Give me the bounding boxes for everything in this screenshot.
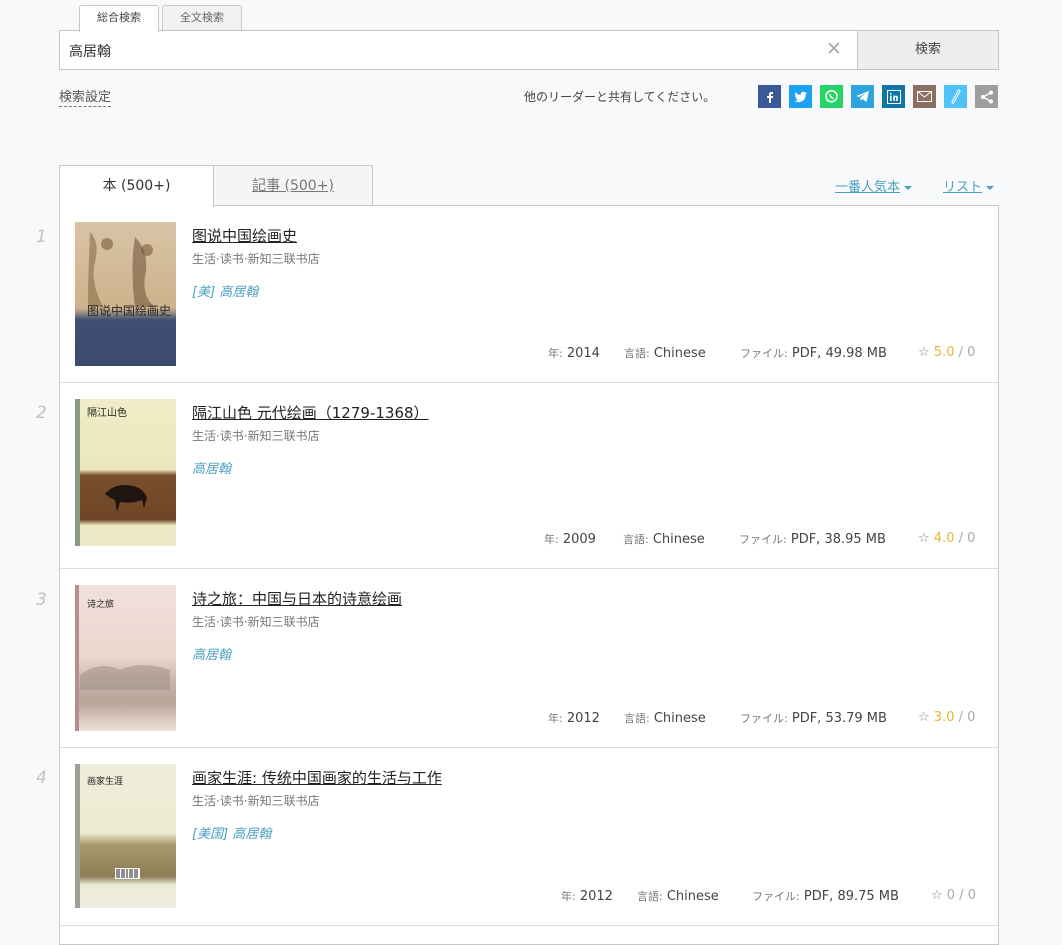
book-rating: ☆ 3.0 / 0 (918, 710, 976, 725)
tab-books[interactable]: 本 (500+) (59, 165, 214, 207)
search-button[interactable]: 検索 (857, 31, 998, 69)
result-index: 2 (36, 403, 47, 423)
row-divider (60, 925, 998, 926)
cover-title: 图说中国绘画史 (87, 304, 172, 318)
book-year: 年: 2012 (548, 711, 600, 726)
share-text: 他のリーダーと共有してください。 (524, 90, 716, 104)
book-author-link[interactable]: [美] 高居翰 (192, 281, 258, 300)
book-title-link[interactable]: 诗之旅：中国与日本的诗意绘画 (192, 588, 402, 609)
tab-fulltext-search[interactable]: 全文検索 (162, 5, 242, 31)
book-cover[interactable]: 画家生涯 (75, 764, 176, 908)
book-year: 年: 2014 (548, 346, 600, 361)
star-icon: ☆ (931, 888, 943, 903)
book-language: 言語: Chinese (624, 346, 706, 361)
book-cover[interactable]: 隔江山色 (75, 399, 176, 546)
book-file-info: ファイル: PDF, 53.79 MB (740, 711, 887, 726)
book-author-link[interactable]: 高居翰 (192, 458, 231, 477)
cover-illustration (88, 232, 155, 307)
view-mode-dropdown[interactable]: リスト (943, 176, 995, 195)
book-publisher: 生活·读书·新知三联书店 (192, 429, 320, 443)
telegram-icon[interactable] (851, 85, 874, 108)
book-file-info: ファイル: PDF, 89.75 MB (752, 889, 899, 904)
book-title-link[interactable]: 图说中国绘画史 (192, 225, 297, 246)
book-publisher: 生活·读书·新知三联书店 (192, 794, 320, 808)
book-language: 言語: Chinese (623, 532, 705, 547)
book-year: 年: 2012 (561, 889, 613, 904)
book-title-link[interactable]: 隔江山色 元代绘画（1279-1368） (192, 402, 429, 423)
share-icon[interactable] (975, 85, 998, 108)
book-language: 言語: Chinese (624, 711, 706, 726)
cover-title: 隔江山色 (87, 408, 127, 419)
email-icon[interactable] (913, 85, 936, 108)
facebook-icon[interactable] (758, 85, 781, 108)
result-index: 3 (36, 590, 47, 610)
book-publisher: 生活·读书·新知三联书店 (192, 252, 320, 266)
sort-dropdown[interactable]: 一番人気本 (835, 176, 913, 195)
chevron-down-icon (986, 185, 995, 190)
search-settings-link[interactable]: 検索設定 (59, 86, 112, 107)
cover-title: 诗之旅 (87, 600, 115, 610)
book-publisher: 生活·读书·新知三联书店 (192, 615, 320, 629)
book-author-link[interactable]: [美国] 高居翰 (192, 823, 271, 842)
tab-articles[interactable]: 記事 (500+) (213, 165, 373, 206)
star-icon: ☆ (918, 345, 930, 360)
search-input[interactable]: 高居翰 (69, 41, 111, 61)
row-divider (60, 382, 998, 383)
book-language: 言語: Chinese (637, 889, 719, 904)
twitter-icon[interactable] (789, 85, 812, 108)
cover-illustration (105, 485, 147, 512)
book-rating: ☆ 4.0 / 0 (918, 531, 976, 546)
book-file-info: ファイル: PDF, 49.98 MB (740, 346, 887, 361)
cover-title: 画家生涯 (87, 777, 124, 787)
book-cover[interactable]: 图说中国绘画史 (75, 222, 176, 366)
linkedin-icon[interactable] (882, 85, 905, 108)
row-divider (60, 568, 998, 569)
close-icon[interactable]: ✕ (826, 39, 842, 59)
star-icon: ☆ (918, 531, 930, 546)
tab-general-search[interactable]: 総合検索 (79, 5, 159, 32)
book-file-info: ファイル: PDF, 38.95 MB (739, 532, 886, 547)
book-title-link[interactable]: 画家生涯: 传统中国画家的生活与工作 (192, 767, 442, 788)
chevron-down-icon (904, 185, 913, 190)
result-index: 4 (36, 768, 47, 788)
search-bar: 高居翰 ✕ 検索 (59, 30, 999, 70)
book-year: 年: 2009 (544, 532, 596, 547)
result-index: 1 (36, 227, 47, 247)
link-icon[interactable] (944, 85, 967, 108)
book-rating: ☆ 5.0 / 0 (918, 345, 976, 360)
book-cover[interactable]: 诗之旅 (75, 585, 176, 731)
whatsapp-icon[interactable] (820, 85, 843, 108)
book-author-link[interactable]: 高居翰 (192, 644, 231, 663)
star-icon: ☆ (918, 710, 930, 725)
book-rating: ☆ 0 / 0 (931, 888, 977, 903)
row-divider (60, 747, 998, 748)
